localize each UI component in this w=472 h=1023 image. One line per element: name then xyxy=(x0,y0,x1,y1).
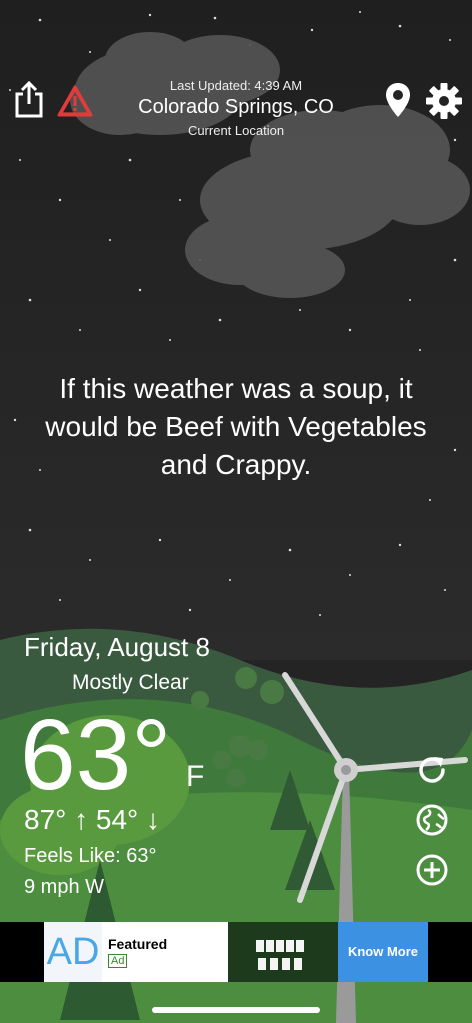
location-pin-icon[interactable] xyxy=(385,82,411,118)
globe-icon[interactable] xyxy=(414,802,450,838)
share-icon[interactable] xyxy=(12,78,46,120)
ad-title[interactable]: Featured xyxy=(108,936,167,952)
ad-tag: Ad xyxy=(108,954,128,968)
ad-image[interactable] xyxy=(228,922,338,982)
current-location-label: Current Location xyxy=(187,123,285,138)
high-low-temperature: 87° ↑ 54° ↓ xyxy=(24,804,161,835)
city-name[interactable]: Colorado Springs, CO xyxy=(100,96,372,119)
wind-label: 9 mph W xyxy=(24,876,105,898)
date-label: Friday, August 8 xyxy=(24,632,210,662)
clouds-background xyxy=(70,32,470,298)
weather-quote: If this weather was a soup, it would be … xyxy=(45,373,427,480)
ad-logo[interactable]: AD xyxy=(44,922,102,982)
last-updated-label: Last Updated: 4:39 AM xyxy=(169,78,303,93)
feels-like-label: Feels Like: 63° xyxy=(24,845,157,867)
condition-label: Mostly Clear xyxy=(72,671,189,694)
add-icon[interactable] xyxy=(414,852,450,888)
current-temperature: 63° xyxy=(20,699,172,811)
moon-icon xyxy=(34,671,46,695)
refresh-icon[interactable] xyxy=(414,752,450,788)
home-indicator[interactable] xyxy=(152,1007,320,1013)
temperature-unit[interactable]: F xyxy=(186,760,204,794)
gear-icon[interactable] xyxy=(425,82,463,120)
know-more-button[interactable]: Know More xyxy=(338,922,428,982)
alert-icon[interactable] xyxy=(56,84,94,118)
